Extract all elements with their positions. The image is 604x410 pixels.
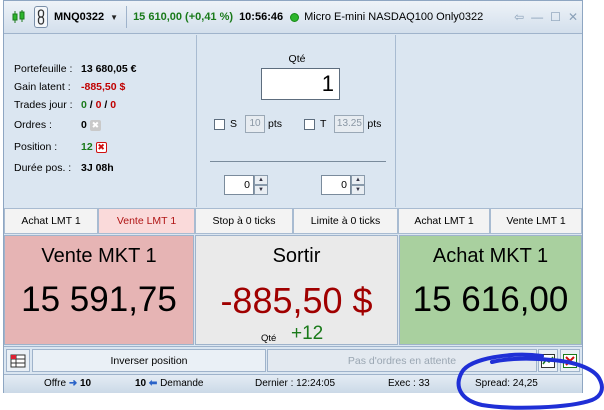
maximize-icon[interactable]: ☐ — [550, 10, 561, 24]
duree-value: 3J 08h — [81, 162, 114, 174]
trades-row: Trades jour : 0 / 0 / 0 — [14, 99, 116, 111]
stepper-up-icon[interactable]: ▲ — [254, 175, 268, 185]
cancel-orders-icon[interactable]: ✖ — [89, 119, 101, 131]
ordres-value: 0 — [81, 119, 87, 131]
right-blank-panel — [397, 35, 582, 207]
stepper-down-icon[interactable]: ▼ — [351, 185, 365, 195]
stop-ticks-button[interactable]: Stop à 0 ticks — [195, 208, 293, 234]
unrealized-pnl: -885,50 $ — [220, 280, 373, 321]
ordres-label: Ordres : — [14, 119, 52, 131]
upper-panel: Portefeuille : 13 680,05 € Gain latent :… — [4, 35, 582, 207]
target-row: T 13.25 pts — [304, 115, 381, 133]
offre-label: Offre — [44, 378, 67, 389]
connection-status-icon — [290, 12, 300, 22]
gain-label: Gain latent : — [14, 81, 71, 93]
exit-qty-value: +12 — [291, 323, 324, 344]
right-offset-stepper[interactable]: 0 ▲ ▼ — [321, 175, 365, 195]
symbol-label: MNQ0322 — [54, 11, 105, 23]
position-row: Position : 12 ✖ — [14, 141, 107, 153]
close-icon[interactable]: ✕ — [568, 10, 578, 24]
offer-size: Offre ➜ 10 — [44, 378, 91, 389]
divider — [210, 161, 386, 162]
symbol-selector[interactable]: MNQ0322 ▼ — [54, 11, 118, 23]
last-trade-time: Dernier : 12:24:05 — [255, 378, 336, 389]
account-info-panel: Portefeuille : 13 680,05 € Gain latent :… — [4, 35, 197, 207]
exec-count: Exec : 33 — [388, 378, 430, 389]
buy-market-button[interactable]: Achat MKT 1 15 616,00 — [399, 235, 582, 345]
target-checkbox[interactable] — [304, 118, 315, 130]
position-value: 12 — [81, 141, 93, 153]
stop-pts-unit: pts — [268, 118, 283, 130]
gain-row: Gain latent : -885,50 $ — [14, 81, 125, 93]
minimize-icon[interactable]: — — [531, 10, 543, 24]
exit-qty-label: Qté — [261, 333, 277, 344]
limite-ticks-button[interactable]: Limite à 0 ticks — [293, 208, 398, 234]
buy-market-title: Achat MKT 1 — [432, 245, 549, 267]
divider — [126, 6, 128, 28]
back-arrow-icon[interactable]: ⇦ — [514, 10, 524, 24]
trading-window: MNQ0322 ▼ 15 610,00 (+0,41 %) 10:56:46 M… — [3, 0, 583, 393]
stop-label: S — [230, 118, 238, 130]
quantity-input[interactable]: 1 — [261, 68, 340, 100]
left-offset-stepper[interactable]: 0 ▲ ▼ — [224, 175, 268, 195]
reverse-position-button[interactable]: Inverser position — [32, 349, 266, 372]
candlestick-icon[interactable] — [9, 7, 29, 27]
trades-separator: / — [86, 99, 96, 111]
arrow-left-icon: ⬅ — [148, 378, 158, 389]
bid-price: 15 591,75 — [21, 280, 177, 319]
ask-price: 15 616,00 — [412, 280, 569, 319]
clock-time: 10:56:46 — [239, 11, 284, 23]
trades-separator: / — [101, 99, 111, 111]
portefeuille-label: Portefeuille : — [14, 63, 73, 75]
instrument-description: Micro E-mini NASDAQ100 Only0322 — [304, 11, 484, 23]
link-chain-icon[interactable] — [34, 6, 48, 28]
left-offset-value[interactable]: 0 — [224, 175, 254, 195]
target-points-field[interactable]: 13.25 — [334, 115, 365, 133]
qty-label: Qté — [288, 53, 306, 65]
stepper-down-icon[interactable]: ▼ — [254, 185, 268, 195]
chevron-down-icon: ▼ — [110, 12, 119, 22]
grid-layout-icon[interactable] — [6, 349, 30, 372]
stepper-up-icon[interactable]: ▲ — [351, 175, 365, 185]
limit-order-row: Achat LMT 1 Vente LMT 1 Stop à 0 ticks L… — [4, 208, 582, 234]
title-bar: MNQ0322 ▼ 15 610,00 (+0,41 %) 10:56:46 M… — [4, 1, 582, 34]
close-position-icon[interactable]: ✖ — [95, 141, 107, 153]
stop-row: S 10 pts — [214, 115, 282, 133]
right-offset-value[interactable]: 0 — [321, 175, 351, 195]
window-controls: ⇦ — ☐ ✕ — [514, 10, 578, 24]
last-price-change: 15 610,00 (+0,41 %) — [133, 11, 234, 23]
exit-position-button[interactable]: Sortir -885,50 $ Qté +12 — [195, 235, 398, 345]
highlight-circle-annotation — [456, 352, 604, 410]
portefeuille-row: Portefeuille : 13 680,05 € — [14, 63, 136, 75]
sell-market-button[interactable]: Vente MKT 1 15 591,75 — [4, 235, 194, 345]
offre-value: 10 — [80, 378, 92, 389]
stop-points-field[interactable]: 10 — [245, 115, 266, 133]
stop-checkbox[interactable] — [214, 118, 225, 130]
target-label: T — [320, 118, 327, 130]
demand-size: 10 ⬅ Demande — [135, 378, 203, 389]
vente-lmt-right-button[interactable]: Vente LMT 1 — [490, 208, 582, 234]
position-label: Position : — [14, 141, 58, 153]
demande-label: Demande — [160, 378, 204, 389]
achat-lmt-left-button[interactable]: Achat LMT 1 — [4, 208, 98, 234]
trades-label: Trades jour : — [14, 99, 73, 111]
duree-row: Durée pos. : 3J 08h — [14, 162, 114, 174]
gain-value: -885,50 $ — [81, 81, 126, 93]
target-pts-unit: pts — [367, 118, 382, 130]
arrow-right-icon: ➜ — [68, 378, 78, 389]
vente-lmt-left-button[interactable]: Vente LMT 1 — [98, 208, 195, 234]
achat-lmt-right-button[interactable]: Achat LMT 1 — [398, 208, 490, 234]
exit-title: Sortir — [272, 245, 321, 267]
duree-label: Durée pos. : — [14, 162, 72, 174]
quantity-panel: Qté 1 S 10 pts T 13.25 pts 0 ▲ ▼ 0 ▲ ▼ — [198, 35, 396, 207]
trades-other: 0 — [110, 99, 117, 111]
ordres-row: Ordres : 0 ✖ — [14, 119, 101, 131]
sell-market-title: Vente MKT 1 — [41, 245, 157, 267]
demande-value: 10 — [135, 378, 147, 389]
portefeuille-value: 13 680,05 € — [81, 63, 137, 75]
